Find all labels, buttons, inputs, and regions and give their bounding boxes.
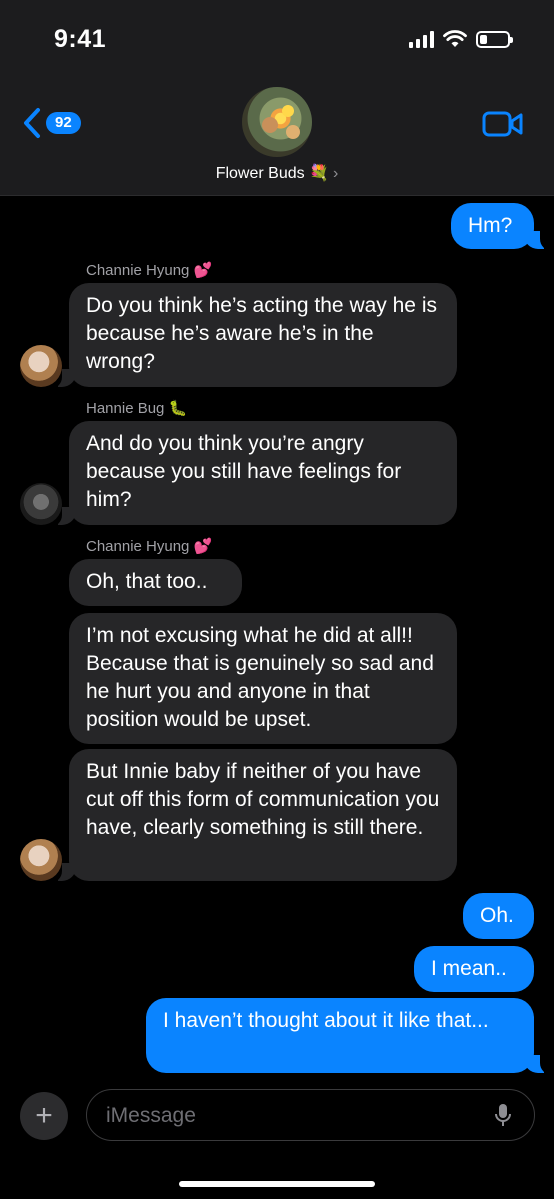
video-camera-icon[interactable] — [482, 110, 524, 138]
conversation-header: 9:41 92 Flower Buds 💐 › — [0, 0, 554, 196]
sender-name: Hannie Bug 🐛 — [86, 400, 188, 417]
microphone-icon[interactable] — [495, 1103, 511, 1127]
sender-name: Channie Hyung 💕 — [86, 538, 213, 555]
message-bubble-outgoing[interactable]: I haven’t thought about it like that... — [146, 998, 534, 1073]
battery-icon — [476, 30, 513, 48]
status-time: 9:41 — [54, 25, 107, 53]
plus-icon: + — [35, 1099, 53, 1132]
message-bubble-incoming[interactable]: And do you think you’re angry because yo… — [69, 421, 457, 525]
wifi-icon — [443, 30, 467, 47]
plus-button[interactable]: + — [20, 1092, 68, 1140]
back-chevron-icon — [24, 108, 40, 138]
message-bubble-incoming[interactable]: Do you think he’s acting the way he is b… — [69, 283, 457, 387]
sender-name: Channie Hyung 💕 — [86, 262, 213, 279]
message-input-container[interactable] — [86, 1089, 535, 1141]
message-bubble-outgoing[interactable]: Oh. — [463, 893, 534, 939]
avatar-channie[interactable] — [20, 839, 62, 881]
group-avatar[interactable] — [242, 87, 312, 157]
status-icons — [409, 30, 513, 48]
unread-count-badge: 92 — [46, 112, 81, 134]
bubble-tail — [524, 229, 554, 251]
bubble-tail — [524, 1053, 554, 1075]
avatar-channie[interactable] — [20, 345, 62, 387]
message-bubble-incoming[interactable]: But Innie baby if neither of you have cu… — [69, 749, 457, 881]
signal-icon — [409, 30, 434, 48]
message-bubble-outgoing[interactable]: I mean.. — [414, 946, 534, 992]
home-indicator[interactable] — [179, 1181, 375, 1187]
message-bubble-incoming[interactable]: I’m not excusing what he did at all!! Be… — [69, 613, 457, 744]
message-bubble-outgoing[interactable]: Hm? — [451, 203, 534, 249]
avatar-hannie[interactable] — [20, 483, 62, 525]
chevron-right-icon: › — [332, 165, 339, 182]
message-input[interactable] — [104, 1090, 488, 1141]
group-name[interactable]: Flower Buds 💐 › — [0, 163, 554, 183]
message-bubble-incoming[interactable]: Oh, that too.. — [69, 559, 242, 606]
back-button[interactable]: 92 — [22, 107, 81, 139]
